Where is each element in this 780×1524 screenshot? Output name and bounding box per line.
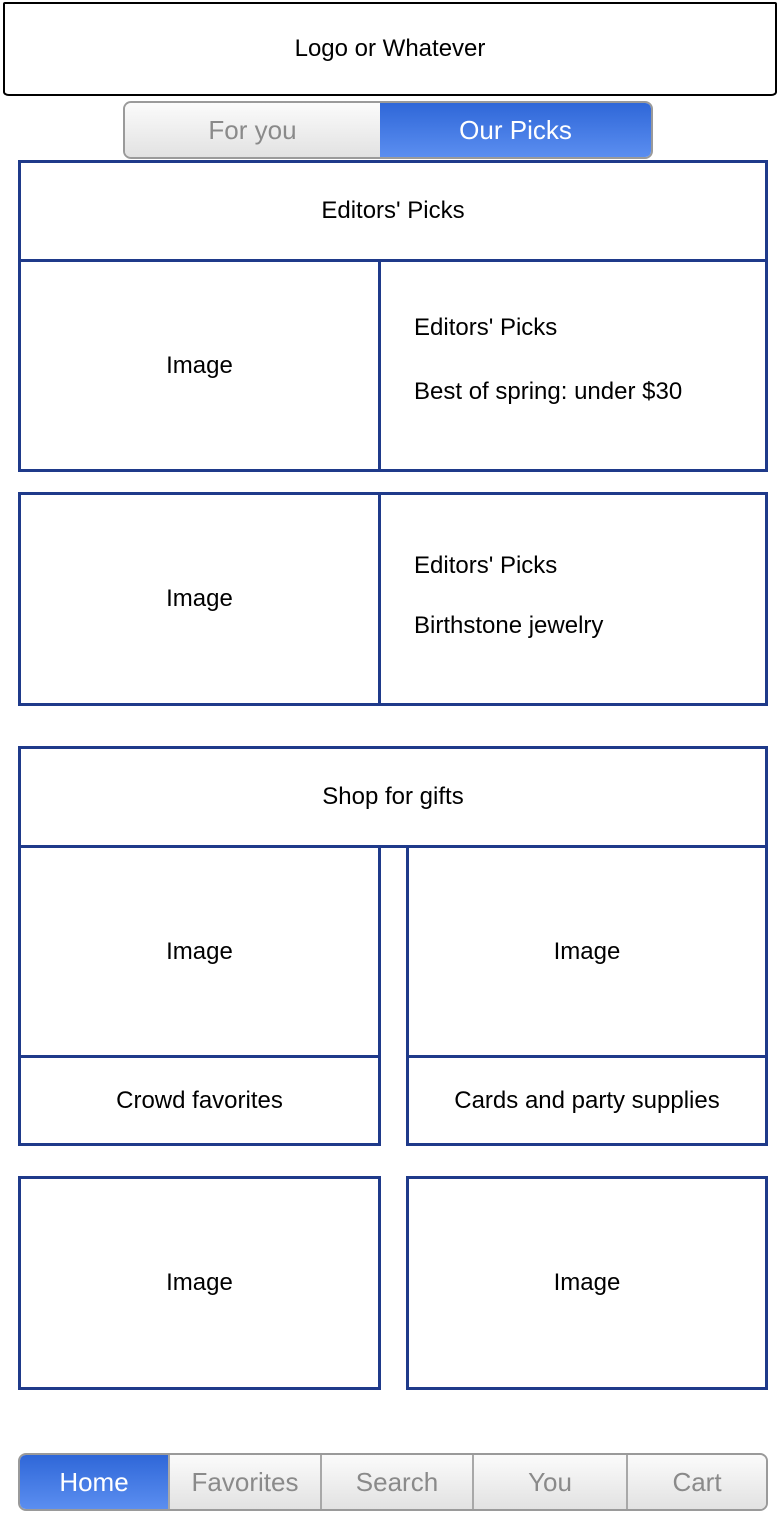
editors-pick-info-2[interactable]: Editors' Picks Birthstone jewelry [378, 492, 768, 706]
tab-label: Home [59, 1466, 129, 1497]
gift-image-crowd-favorites[interactable]: Image [18, 845, 381, 1058]
tab-label: Favorites [191, 1466, 299, 1497]
editors-pick-info-1[interactable]: Editors' Picks Best of spring: under $30 [378, 259, 768, 472]
tab-search[interactable]: Search [322, 1455, 474, 1509]
tab-label: Search [355, 1466, 439, 1497]
card-subtitle: Birthstone jewelry [414, 612, 604, 639]
image-placeholder-label: Image [553, 1269, 621, 1296]
segment-label: Our Picks [459, 114, 572, 145]
tab-you[interactable]: You [474, 1455, 628, 1509]
editors-picks-header: Editors' Picks [18, 160, 768, 262]
gift-caption: Cards and party supplies [454, 1086, 720, 1114]
gift-caption: Crowd favorites [116, 1086, 283, 1114]
logo-text: Logo or Whatever [294, 35, 486, 62]
segment-for-you[interactable]: For you [125, 103, 380, 157]
feed-segmented-control: For you Our Picks [123, 101, 653, 159]
editors-pick-image-2[interactable]: Image [18, 492, 381, 706]
section-title: Editors' Picks [321, 197, 465, 224]
tab-label: Cart [672, 1466, 722, 1497]
bottom-tab-bar: Home Favorites Search You Cart [18, 1453, 768, 1511]
tab-label: You [528, 1466, 572, 1497]
editors-pick-image-1[interactable]: Image [18, 259, 381, 472]
tab-favorites[interactable]: Favorites [170, 1455, 322, 1509]
gift-image-cards-party[interactable]: Image [406, 845, 768, 1058]
card-subtitle: Best of spring: under $30 [414, 378, 683, 405]
card-kicker: Editors' Picks [414, 314, 558, 341]
segment-our-picks[interactable]: Our Picks [380, 103, 651, 157]
gift-image-3[interactable]: Image [18, 1176, 381, 1390]
image-placeholder-label: Image [553, 937, 621, 965]
section-title: Shop for gifts [322, 783, 464, 810]
card-kicker: Editors' Picks [414, 552, 558, 579]
image-placeholder-label: Image [166, 937, 233, 965]
segment-label: For you [208, 114, 297, 145]
gift-image-4[interactable]: Image [406, 1176, 768, 1390]
image-placeholder-label: Image [166, 1269, 233, 1296]
gift-caption-cards-party[interactable]: Cards and party supplies [406, 1055, 768, 1146]
app-header: Logo or Whatever [3, 2, 777, 96]
image-placeholder-label: Image [166, 585, 233, 612]
tab-cart[interactable]: Cart [628, 1455, 766, 1509]
shop-for-gifts-header: Shop for gifts [18, 746, 768, 848]
gift-caption-crowd-favorites[interactable]: Crowd favorites [18, 1055, 381, 1146]
image-placeholder-label: Image [166, 351, 233, 379]
tab-home[interactable]: Home [20, 1455, 170, 1509]
